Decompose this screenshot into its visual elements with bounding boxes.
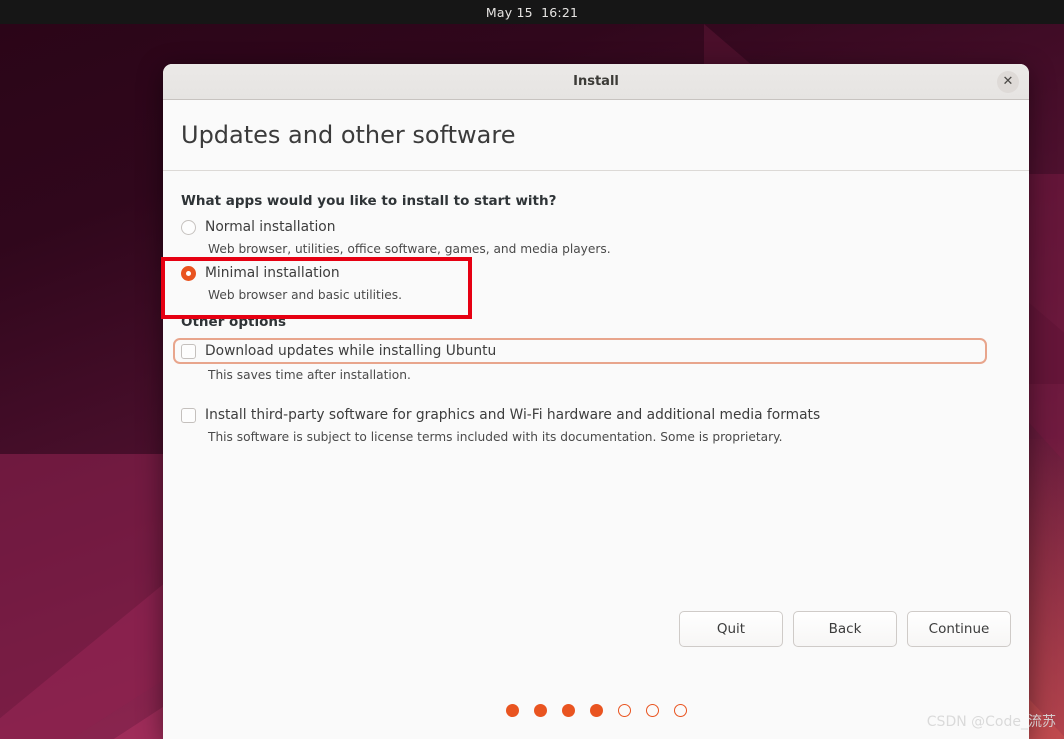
radio-minimal-installation[interactable] xyxy=(181,265,196,281)
progress-dot xyxy=(561,704,575,717)
radio-label-minimal-installation: Minimal installation xyxy=(205,265,340,281)
installer-window: Install ✕ Updates and other software Wha… xyxy=(163,64,1029,739)
option-group-third-party-software: Install third-party software for graphic… xyxy=(181,404,1011,444)
other-options-heading: Other options xyxy=(181,314,286,330)
progress-dot xyxy=(617,704,631,717)
radio-description-normal-installation: Web browser, utilities, office software,… xyxy=(208,242,611,256)
system-top-bar: May 15 16:21 xyxy=(0,0,1064,24)
back-button[interactable]: Back xyxy=(793,611,897,647)
option-group-normal-installation: Normal installation Web browser, utiliti… xyxy=(181,216,1011,256)
option-group-download-updates: Download updates while installing Ubuntu… xyxy=(173,338,1011,382)
dialog-footer: Quit Back Continue xyxy=(163,599,1029,739)
checkbox-label-download-updates: Download updates while installing Ubuntu xyxy=(205,343,497,359)
progress-dot xyxy=(673,704,687,717)
apps-section-heading: What apps would you like to install to s… xyxy=(181,193,557,209)
radio-normal-installation[interactable] xyxy=(181,219,196,235)
progress-dots xyxy=(163,704,1029,717)
checkbox-label-third-party-software: Install third-party software for graphic… xyxy=(205,407,821,423)
checkbox-description-third-party-software: This software is subject to license term… xyxy=(208,430,783,444)
progress-dot xyxy=(589,704,603,717)
quit-button[interactable]: Quit xyxy=(679,611,783,647)
progress-dot xyxy=(533,704,547,717)
option-group-minimal-installation: Minimal installation Web browser and bas… xyxy=(181,262,1011,302)
radio-row-normal-installation[interactable]: Normal installation xyxy=(181,216,1011,238)
window-titlebar: Install ✕ xyxy=(163,64,1029,100)
radio-row-minimal-installation[interactable]: Minimal installation xyxy=(181,262,1011,284)
checkbox-row-third-party-software[interactable]: Install third-party software for graphic… xyxy=(181,404,1011,426)
radio-label-normal-installation: Normal installation xyxy=(205,219,336,235)
desktop-screen: May 15 16:21 Install ✕ Updates and other… xyxy=(0,0,1064,739)
continue-button[interactable]: Continue xyxy=(907,611,1011,647)
checkbox-third-party-software[interactable] xyxy=(181,407,196,423)
footer-button-group: Quit Back Continue xyxy=(679,611,1011,647)
watermark: CSDN @Code_流苏 xyxy=(926,714,1056,730)
page-title: Updates and other software xyxy=(181,121,516,149)
radio-description-minimal-installation: Web browser and basic utilities. xyxy=(208,288,402,302)
checkbox-description-download-updates: This saves time after installation. xyxy=(208,368,411,382)
progress-dot xyxy=(505,704,519,717)
progress-dot xyxy=(645,704,659,717)
close-icon[interactable]: ✕ xyxy=(997,70,1019,93)
dialog-header: Updates and other software xyxy=(163,100,1029,171)
checkbox-row-download-updates[interactable]: Download updates while installing Ubuntu xyxy=(173,338,987,364)
checkbox-download-updates[interactable] xyxy=(181,343,196,359)
window-title: Install xyxy=(573,74,619,89)
clock[interactable]: May 15 16:21 xyxy=(486,5,578,20)
